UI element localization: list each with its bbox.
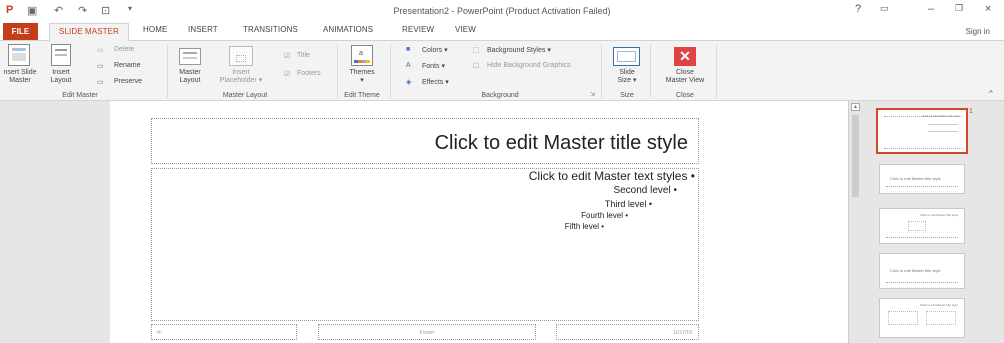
- background-styles-dropdown[interactable]: Background Styles ▾: [487, 46, 551, 54]
- ribbon: nsert Slide Master Insert Layout ▭ Delet…: [0, 41, 1004, 101]
- title-placeholder[interactable]: Click to edit Master title style: [151, 118, 699, 164]
- preserve-button[interactable]: Preserve: [114, 78, 142, 85]
- tab-slide-master[interactable]: SLIDE MASTER: [49, 23, 129, 42]
- ribbon-tabs: FILE SLIDE MASTER HOME INSERT TRANSITION…: [0, 22, 1004, 42]
- scroll-thumb[interactable]: [852, 115, 859, 197]
- help-icon[interactable]: ?: [855, 3, 861, 15]
- format-background-launcher-icon[interactable]: ⇲: [590, 91, 595, 98]
- insert-placeholder-button[interactable]: Insert Placeholder ▾: [215, 69, 267, 85]
- hide-background-graphics-checkbox[interactable]: ☐: [473, 62, 479, 70]
- title-checkbox-label: Title: [297, 52, 310, 59]
- master-layout-button[interactable]: Master Layout: [173, 69, 207, 85]
- separator: [650, 44, 651, 98]
- thumb-layout-title: Click to edit Master title style: [890, 176, 941, 181]
- themes-icon[interactable]: a: [351, 45, 373, 66]
- separator: [390, 44, 391, 98]
- text-level-3: Third level •: [604, 199, 652, 209]
- colors-dropdown[interactable]: Colors ▾: [422, 46, 448, 54]
- scroll-up-icon[interactable]: ▲: [851, 103, 860, 111]
- thumbnail-layout[interactable]: Click to edit Master title style: [879, 298, 965, 338]
- slide-size-button[interactable]: Slide Size ▾: [609, 69, 645, 85]
- close-master-view-button[interactable]: Close Master View: [658, 69, 712, 85]
- slide-canvas: Click to edit Master title style Click t…: [110, 101, 848, 343]
- text-level-4: Fourth level •: [581, 211, 628, 220]
- sign-in-link[interactable]: Sign in: [966, 27, 990, 36]
- insert-layout-icon[interactable]: [51, 44, 71, 66]
- slide-number-placeholder[interactable]: ‹#›: [151, 324, 297, 340]
- fonts-icon: A: [406, 62, 411, 69]
- preserve-icon: ▭: [97, 79, 104, 86]
- tab-home[interactable]: HOME: [143, 25, 167, 34]
- footers-checkbox[interactable]: ☑: [284, 70, 290, 78]
- separator: [716, 44, 717, 98]
- footer-placeholder[interactable]: Footer: [318, 324, 536, 340]
- slide-master: Click to edit Master title style Click t…: [110, 101, 848, 343]
- minimize-icon[interactable]: –: [928, 3, 934, 15]
- thumbnail-master[interactable]: Click to edit Master title style: [876, 108, 968, 154]
- window-title: Presentation2 - PowerPoint (Product Acti…: [393, 6, 611, 16]
- separator: [601, 44, 602, 98]
- group-label-edit-theme: Edit Theme: [344, 92, 380, 99]
- insert-placeholder-icon[interactable]: [229, 46, 253, 66]
- background-styles-icon: ⬚: [473, 47, 480, 54]
- effects-dropdown[interactable]: Effects ▾: [422, 78, 449, 86]
- group-label-master-layout: Master Layout: [222, 92, 268, 99]
- collapse-ribbon-icon[interactable]: ^: [989, 89, 993, 98]
- master-layout-icon[interactable]: [179, 48, 201, 65]
- tab-transitions[interactable]: TRANSITIONS: [243, 25, 298, 34]
- tab-view[interactable]: VIEW: [455, 25, 476, 34]
- master-title-text: Click to edit Master title style: [434, 132, 688, 154]
- ribbon-display-options-icon[interactable]: ▭: [880, 3, 889, 14]
- thumbnail-number: 1: [969, 108, 973, 115]
- thumb-title-text: Click to edit Master title style: [921, 114, 960, 118]
- group-label-background: Background: [481, 92, 519, 99]
- close-master-view-icon[interactable]: ✕: [674, 47, 696, 66]
- colors-icon: ■: [406, 46, 411, 53]
- thumbnail-layout[interactable]: Click to edit Master title style: [879, 208, 965, 244]
- date-placeholder[interactable]: 11/17/19: [556, 324, 699, 340]
- footer-text: Footer: [419, 330, 435, 336]
- hide-background-graphics-label: Hide Background Graphics: [487, 62, 571, 69]
- slide-size-icon[interactable]: [613, 47, 640, 66]
- date-text: 11/17/19: [672, 330, 692, 336]
- themes-button[interactable]: Themes ▾: [342, 69, 382, 85]
- thumbnail-layout[interactable]: Click to edit Master title style: [879, 253, 965, 289]
- left-pane: [0, 101, 110, 343]
- text-level-1: Click to edit Master text styles •: [528, 169, 695, 183]
- close-window-icon[interactable]: ×: [985, 3, 991, 15]
- tab-file[interactable]: FILE: [3, 23, 38, 40]
- fonts-dropdown[interactable]: Fonts ▾: [422, 62, 445, 70]
- vertical-scrollbar[interactable]: ▲: [848, 101, 862, 343]
- insert-slide-master-icon[interactable]: [8, 44, 30, 66]
- footers-checkbox-label: Footers: [297, 70, 321, 77]
- insert-slide-master-button[interactable]: nsert Slide Master: [0, 69, 40, 85]
- separator: [337, 44, 338, 98]
- group-label-size: Size: [620, 92, 634, 99]
- tab-animations[interactable]: ANIMATIONS: [323, 25, 373, 34]
- body-placeholder[interactable]: Click to edit Master text styles • Secon…: [151, 168, 699, 321]
- restore-icon[interactable]: ❐: [955, 3, 963, 14]
- thumbnail-layout[interactable]: Click to edit Master title style: [879, 164, 965, 194]
- text-level-5: Fifth level •: [564, 222, 604, 231]
- tab-review[interactable]: REVIEW: [402, 25, 434, 34]
- title-bar: P ▣ ↶ ↷ ⊡ ▾ Presentation2 - PowerPoint (…: [0, 0, 1004, 22]
- rename-icon: ▭: [97, 63, 104, 70]
- title-checkbox[interactable]: ☑: [284, 52, 290, 60]
- group-label-edit-master: Edit Master: [62, 92, 98, 99]
- effects-icon: ◈: [406, 79, 412, 86]
- insert-layout-button[interactable]: Insert Layout: [45, 69, 77, 85]
- rename-button[interactable]: Rename: [114, 62, 140, 69]
- separator: [167, 44, 168, 98]
- thumbnail-pane[interactable]: Click to edit Master title style 1 Click…: [862, 101, 1004, 343]
- delete-button[interactable]: Delete: [114, 46, 134, 53]
- tab-insert[interactable]: INSERT: [188, 25, 218, 34]
- delete-icon: ▭: [97, 47, 104, 54]
- slide-number-text: ‹#›: [156, 330, 163, 336]
- group-label-close: Close: [676, 92, 694, 99]
- text-level-2: Second level •: [613, 185, 677, 196]
